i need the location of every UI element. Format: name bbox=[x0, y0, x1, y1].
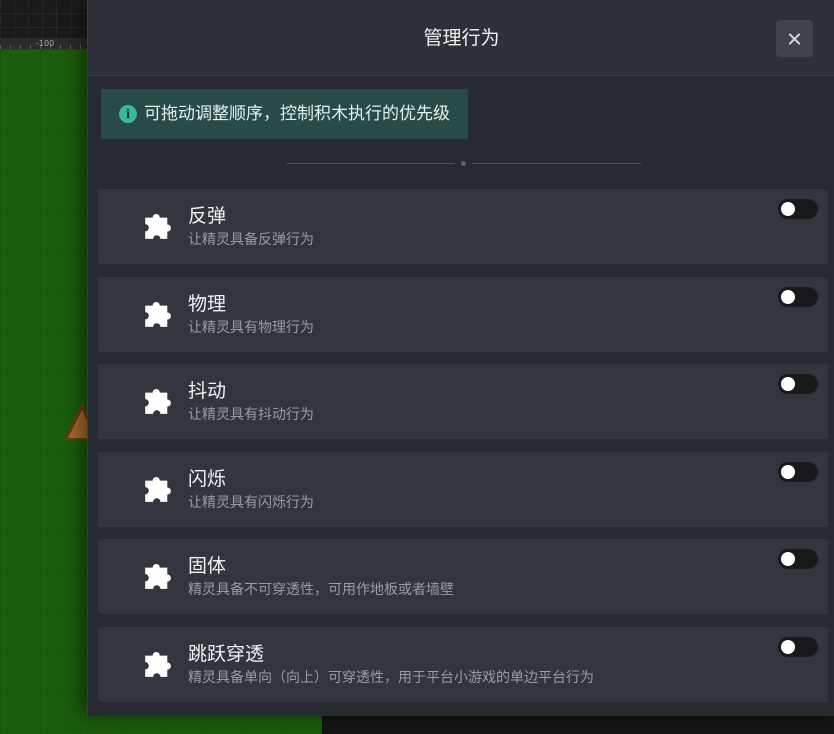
behavior-toggle[interactable] bbox=[778, 286, 818, 307]
behavior-name: 反弹 bbox=[188, 205, 227, 227]
toggle-knob bbox=[781, 289, 795, 304]
close-icon[interactable] bbox=[776, 20, 813, 57]
behavior-description: 让精灵具备反弹行为 bbox=[188, 232, 314, 248]
puzzle-icon bbox=[145, 476, 171, 502]
behavior-toggle[interactable] bbox=[778, 374, 818, 394]
puzzle-icon bbox=[145, 388, 171, 414]
toggle-knob bbox=[781, 202, 795, 216]
toggle-knob bbox=[781, 377, 795, 391]
behavior-toggle[interactable] bbox=[778, 549, 818, 569]
behavior-list: 反弹 让精灵具备反弹行为 物理 让精灵具有物理行为 抖动 让精灵具有抖动行为 闪… bbox=[98, 189, 828, 714]
behavior-description: 让精灵具有闪烁行为 bbox=[188, 494, 314, 511]
puzzle-icon bbox=[145, 651, 171, 677]
behavior-name: 跳跃穿透 bbox=[188, 642, 265, 665]
behavior-card-shake[interactable]: 抖动 让精灵具有抖动行为 bbox=[98, 364, 828, 439]
behavior-name: 固体 bbox=[188, 555, 227, 577]
info-icon: i bbox=[119, 105, 137, 123]
modal-title: 管理行为 bbox=[423, 27, 500, 49]
behavior-card-solid[interactable]: 固体 精灵具备不可穿透性，可用作地板或者墙壁 bbox=[98, 539, 828, 614]
behavior-name: 物理 bbox=[188, 292, 227, 315]
behavior-description: 让精灵具有抖动行为 bbox=[188, 407, 314, 423]
behavior-description: 精灵具备单向（向上）可穿透性，用于平台小游戏的单边平台行为 bbox=[188, 669, 594, 686]
behavior-card-jump-through[interactable]: 跳跃穿透 精灵具备单向（向上）可穿透性，用于平台小游戏的单边平台行为 bbox=[98, 626, 828, 702]
puzzle-icon bbox=[145, 213, 171, 239]
behavior-description: 让精灵具有物理行为 bbox=[188, 319, 314, 336]
ruler-label: -100 bbox=[36, 39, 55, 48]
behavior-card-flash[interactable]: 闪烁 让精灵具有闪烁行为 bbox=[98, 451, 828, 527]
toggle-knob bbox=[781, 464, 795, 479]
modal-header: 管理行为 bbox=[88, 0, 834, 76]
behavior-card-physics[interactable]: 物理 让精灵具有物理行为 bbox=[98, 276, 828, 352]
behavior-toggle[interactable] bbox=[778, 199, 818, 219]
behavior-toggle[interactable] bbox=[778, 461, 818, 482]
section-divider bbox=[286, 161, 641, 166]
tip-text: 可拖动调整顺序，控制积木执行的优先级 bbox=[144, 104, 450, 124]
behavior-toggle[interactable] bbox=[778, 636, 818, 657]
behavior-name: 闪烁 bbox=[188, 467, 227, 490]
toggle-knob bbox=[781, 552, 795, 566]
puzzle-icon bbox=[145, 563, 171, 589]
behavior-card-bounce[interactable]: 反弹 让精灵具备反弹行为 bbox=[98, 189, 828, 264]
toggle-knob bbox=[781, 639, 795, 654]
puzzle-icon bbox=[145, 301, 171, 327]
manage-behaviors-modal: 管理行为 i 可拖动调整顺序，控制积木执行的优先级 反弹 让精灵具备反弹行为 物… bbox=[87, 0, 834, 716]
behavior-description: 精灵具备不可穿透性，可用作地板或者墙壁 bbox=[188, 582, 454, 598]
stage-bottom-edge bbox=[322, 718, 834, 734]
behavior-name: 抖动 bbox=[188, 380, 227, 402]
drag-order-tip: i 可拖动调整顺序，控制积木执行的优先级 bbox=[101, 89, 468, 139]
